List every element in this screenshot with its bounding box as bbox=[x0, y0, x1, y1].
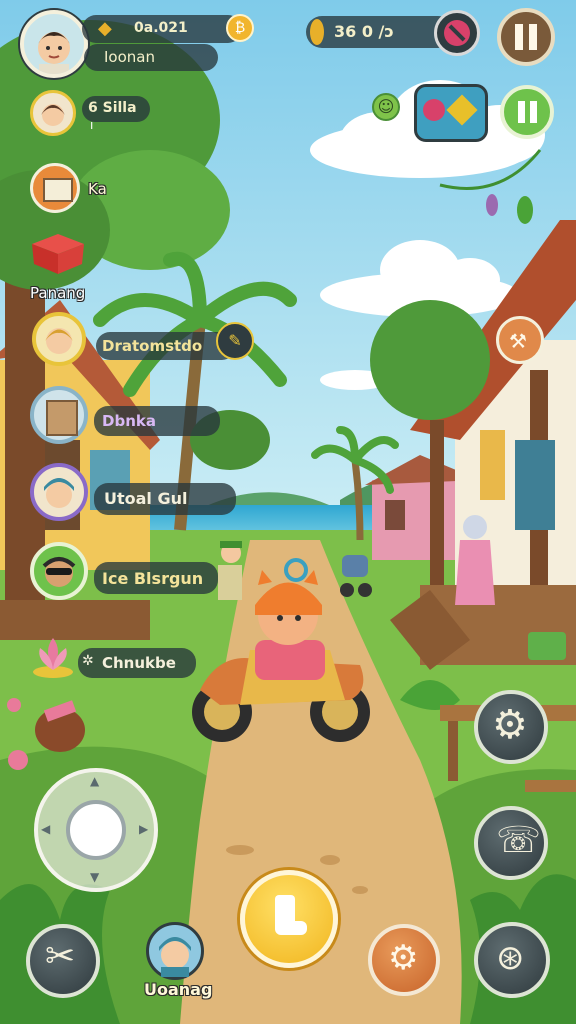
character-portrait-icon bbox=[159, 937, 191, 979]
settings-gear-icon: ⚙ bbox=[492, 702, 528, 748]
coins-bar: ◆ 0a.021 bbox=[82, 15, 242, 43]
side-menu-sublabel: ı bbox=[90, 118, 94, 132]
sunglasses-portrait-icon bbox=[42, 557, 76, 587]
leaf bbox=[486, 194, 498, 216]
bottom-avatar[interactable] bbox=[146, 922, 204, 980]
joystick-arrow-up: ▲ bbox=[90, 774, 100, 788]
side-menu-label: Ka bbox=[88, 180, 107, 198]
side-menu-item-cool[interactable] bbox=[30, 542, 88, 600]
side-menu-label-pill: Ice Blsrgun bbox=[94, 562, 218, 594]
red-chest-button[interactable] bbox=[30, 232, 86, 276]
compass-icon: ⊛ bbox=[496, 938, 525, 978]
gear-box-button[interactable]: ⚙ bbox=[368, 924, 440, 996]
npc-kid bbox=[218, 541, 242, 600]
joystick-arrow-left: ◀ bbox=[41, 822, 51, 836]
joystick-icon[interactable] bbox=[66, 800, 126, 860]
side-menu-label-pill: Utoal Gul bbox=[94, 483, 236, 515]
side-menu-label: Panang bbox=[30, 284, 86, 302]
gem-bundle-icon bbox=[423, 99, 445, 121]
golden-leaf-icon: ◆ bbox=[98, 18, 112, 39]
main-action-button[interactable] bbox=[240, 870, 338, 968]
side-menu-label: Dratomstdo bbox=[102, 337, 203, 355]
map-scroll-icon bbox=[43, 178, 73, 202]
sparkle-icon: ✲ bbox=[82, 653, 94, 669]
bottom-avatar-label: Uoanag bbox=[144, 980, 213, 999]
resource-bar: 36 0 /ɔ bbox=[306, 16, 454, 48]
gem-bundle-button[interactable] bbox=[414, 84, 488, 142]
pause-button[interactable] bbox=[497, 8, 555, 66]
player-name-tag: Ioonan bbox=[84, 44, 218, 71]
potted-plant bbox=[528, 632, 566, 660]
no-entry-icon[interactable] bbox=[434, 10, 480, 56]
side-menu-label: Utoal Gul bbox=[104, 489, 188, 508]
side-menu-label: 6 Silla bbox=[88, 100, 137, 116]
lotus-flower-icon bbox=[33, 638, 73, 678]
joystick-arrow-right: ▶ bbox=[139, 822, 149, 836]
phone-icon: ☏ bbox=[496, 820, 542, 861]
pause-icon-bar bbox=[529, 24, 537, 50]
hammer-icon: ⚒ bbox=[509, 329, 527, 353]
yellow-gem-icon bbox=[446, 94, 478, 126]
side-menu-item-portrait[interactable] bbox=[30, 90, 76, 136]
smiley-icon[interactable]: ☺ bbox=[372, 93, 400, 121]
side-menu-label-pill: Dbnka bbox=[94, 406, 220, 436]
player-name: Ioonan bbox=[104, 48, 155, 66]
tools-button[interactable]: ✂ bbox=[26, 924, 100, 998]
gear-box-icon: ⚙ bbox=[388, 938, 419, 978]
joystick[interactable]: ▲ ▼ ◀ ▶ bbox=[34, 768, 158, 892]
side-menu-label: Dbnka bbox=[102, 412, 156, 430]
notebook-icon bbox=[46, 400, 78, 436]
character-portrait-icon bbox=[41, 104, 65, 126]
side-menu-item-quest[interactable] bbox=[32, 312, 86, 366]
side-menu-item-flower[interactable] bbox=[28, 630, 78, 680]
pause-icon-green-bar bbox=[530, 101, 537, 123]
hammer-button[interactable]: ⚒ bbox=[496, 316, 544, 364]
resource-value: 36 0 /ɔ bbox=[334, 22, 394, 41]
side-menu-item-map[interactable] bbox=[30, 163, 80, 213]
bush bbox=[370, 300, 490, 420]
character-portrait-icon bbox=[44, 478, 74, 508]
leaf bbox=[517, 196, 533, 224]
crossed-tools-icon: ✂ bbox=[45, 936, 76, 977]
side-menu-label: Chnukbe bbox=[102, 654, 176, 672]
coins-value: 0a.021 bbox=[134, 20, 188, 36]
settings-button[interactable]: ⚙ bbox=[474, 690, 548, 764]
compass-button[interactable]: ⊛ bbox=[474, 922, 550, 998]
red-chest-icon bbox=[32, 234, 84, 274]
phone-button[interactable]: ☏ bbox=[474, 806, 548, 880]
pause-icon bbox=[515, 24, 523, 50]
side-menu-label: Ice Blsrgun bbox=[102, 569, 204, 588]
green-pause-button[interactable] bbox=[500, 85, 554, 139]
joystick-arrow-down: ▼ bbox=[90, 870, 100, 884]
side-menu-label-pill: ✲ Chnukbe bbox=[78, 648, 196, 678]
leaf-icon bbox=[310, 19, 324, 45]
yellow-gem-icon[interactable]: ₿ bbox=[226, 14, 254, 42]
side-menu-item-friend[interactable] bbox=[30, 463, 88, 521]
quest-edit-icon[interactable]: ✎ bbox=[216, 322, 254, 360]
side-menu-item-notebook[interactable] bbox=[30, 386, 88, 444]
side-menu-label-pill: Dratomstdo bbox=[96, 332, 236, 360]
character-portrait-icon bbox=[38, 32, 70, 74]
player-avatar[interactable] bbox=[20, 10, 88, 78]
pause-icon-green bbox=[518, 101, 525, 123]
boot-icon-toe bbox=[275, 921, 307, 935]
character-portrait-icon bbox=[45, 328, 73, 354]
